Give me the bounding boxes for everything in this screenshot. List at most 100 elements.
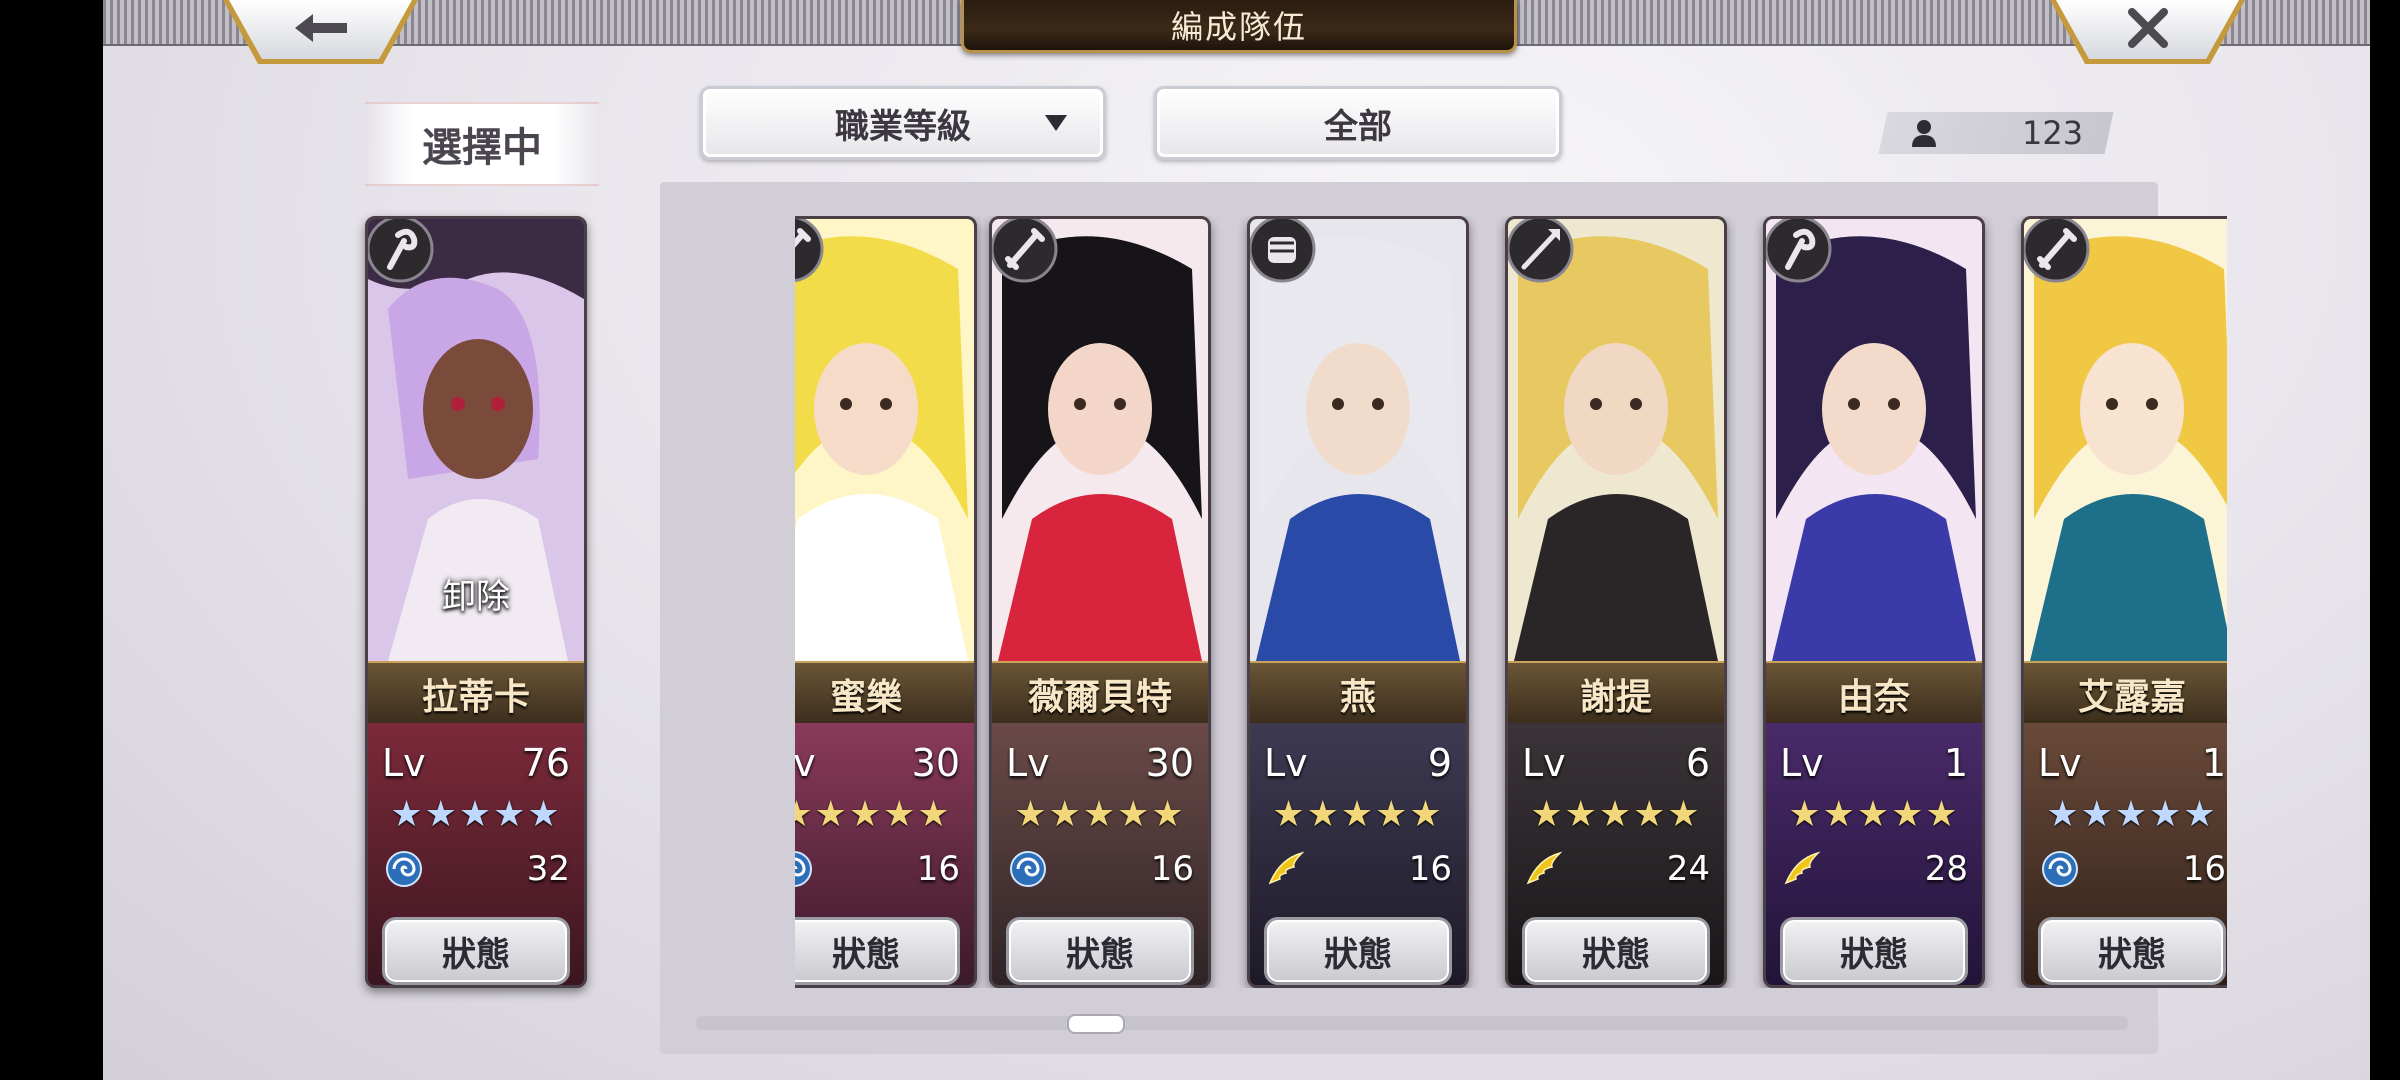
unit-stats: Lv 30 ★★★★★ 16 狀態 (795, 723, 974, 985)
sword-icon (2024, 219, 2090, 283)
rarity-stars: ★★★★★ (1014, 794, 1186, 835)
unit-cost: 16 (2182, 849, 2226, 889)
level-value: 1 (2201, 741, 2226, 785)
staff-icon (1766, 219, 1832, 283)
status-button-label: 狀態 (1066, 934, 1134, 975)
water-swirl-icon (795, 851, 812, 887)
spear-icon (1508, 219, 1574, 283)
level-value: 6 (1685, 741, 1710, 785)
unit-count: 123 (2021, 114, 2083, 152)
level-label: Lv (1006, 741, 1050, 785)
status-button[interactable]: 狀態 (1780, 917, 1968, 985)
person-icon (1912, 120, 1936, 147)
unit-name: 由奈 (1837, 676, 1910, 718)
unit-stats: Lv 30 ★★★★★ 16 狀態 (992, 723, 1208, 985)
unit-portrait (1766, 219, 1982, 661)
level-value: 30 (911, 741, 960, 785)
level-label: Lv (382, 741, 426, 785)
scrollbar-thumb[interactable] (1067, 1014, 1125, 1034)
unit-name-bar: 由奈 (1766, 661, 1982, 727)
remove-label: 卸除 (442, 577, 510, 617)
unit-portrait (795, 219, 974, 661)
page-title: 編成隊伍 (1170, 8, 1307, 46)
level-label: Lv (2038, 741, 2082, 785)
unit-stats: Lv 1 ★★★★★ 16 狀態 (2024, 723, 2227, 985)
unit-name-bar: 艾露嘉 (2024, 661, 2227, 727)
wind-wing-icon (1526, 851, 1563, 885)
status-button[interactable]: 狀態 (1264, 917, 1452, 985)
unit-portrait (992, 219, 1208, 661)
close-icon (2127, 8, 2168, 48)
status-button-label: 狀態 (1840, 934, 1908, 975)
unit-name-bar: 拉蒂卡 (368, 661, 584, 727)
status-button-label: 狀態 (2098, 934, 2166, 975)
unit-name-bar: 謝提 (1508, 661, 1724, 727)
unit-card[interactable]: 薇爾貝特 Lv 30 ★★★★★ 16 狀態 (989, 216, 1211, 988)
unit-card[interactable]: 燕 Lv 9 ★★★★★ 16 狀態 (1247, 216, 1469, 988)
unit-cost: 24 (1666, 849, 1710, 889)
unit-name: 謝提 (1579, 676, 1652, 718)
unit-name: 蜜樂 (829, 676, 902, 718)
unit-name: 薇爾貝特 (1027, 676, 1172, 718)
level-label: Lv (1522, 741, 1566, 785)
water-swirl-icon (1010, 851, 1046, 887)
chevron-down-icon (1045, 115, 1067, 131)
status-button[interactable]: 狀態 (1006, 917, 1194, 985)
unit-name-bar: 燕 (1250, 661, 1466, 727)
unit-portrait (1508, 219, 1724, 661)
filter-all-button[interactable]: 全部 (1154, 86, 1562, 160)
status-button[interactable]: 狀態 (795, 917, 960, 985)
arrow-left-icon (294, 14, 347, 42)
page-title-plate: 編成隊伍 (961, 0, 1517, 53)
wind-wing-icon (1268, 851, 1305, 885)
sword-icon (992, 219, 1058, 283)
status-button-label: 狀態 (832, 934, 900, 975)
sort-label: 職業等級 (835, 106, 971, 147)
unit-name: 艾露嘉 (2077, 676, 2186, 718)
unit-stats: Lv 1 ★★★★★ 28 狀態 (1766, 723, 1982, 985)
selected-label-text: 選擇中 (422, 124, 542, 171)
scrollbar-track[interactable] (696, 1016, 2128, 1030)
unit-card[interactable]: 謝提 Lv 6 ★★★★★ 24 狀態 (1505, 216, 1727, 988)
level-value: 1 (1943, 741, 1968, 785)
unit-count-box: 123 (1878, 112, 2114, 154)
selected-label: 選擇中 (365, 102, 599, 186)
level-value: 9 (1427, 741, 1452, 785)
unit-stats: Lv 76 ★★★★★ 32 狀態 (368, 723, 584, 985)
level-label: Lv (795, 741, 816, 785)
water-swirl-icon (386, 851, 422, 887)
rarity-stars: ★★★★★ (390, 794, 562, 835)
level-label: Lv (1264, 741, 1308, 785)
rarity-stars: ★★★★★ (1530, 794, 1702, 835)
rarity-stars: ★★★★★ (1788, 794, 1960, 835)
status-button[interactable]: 狀態 (2038, 917, 2226, 985)
unit-portrait (1250, 219, 1466, 661)
level-label: Lv (1780, 741, 1824, 785)
status-button-label: 狀態 (442, 934, 510, 975)
back-button[interactable] (223, 0, 418, 64)
level-value: 76 (521, 741, 570, 785)
unit-name-bar: 薇爾貝特 (992, 661, 1208, 727)
unit-name: 拉蒂卡 (421, 676, 530, 718)
unit-name-bar: 蜜樂 (795, 661, 974, 727)
unit-cost: 32 (526, 849, 570, 889)
selected-unit-card[interactable]: 卸除 拉蒂卡 Lv 76 ★★★★★ 32 狀態 (365, 216, 587, 988)
unit-cost: 16 (1150, 849, 1194, 889)
unit-stats: Lv 6 ★★★★★ 24 狀態 (1508, 723, 1724, 985)
water-swirl-icon (2042, 851, 2078, 887)
close-button[interactable] (2050, 0, 2245, 64)
unit-portrait (2024, 219, 2227, 661)
wind-wing-icon (1784, 851, 1821, 885)
status-button[interactable]: 狀態 (382, 917, 570, 985)
sort-dropdown[interactable]: 職業等級 (700, 86, 1106, 160)
filter-all-label: 全部 (1324, 106, 1392, 147)
unit-card[interactable]: 蜜樂 Lv 30 ★★★★★ 16 狀態 (795, 216, 977, 988)
unit-card[interactable]: 艾露嘉 Lv 1 ★★★★★ 16 狀態 (2021, 216, 2227, 988)
unit-list[interactable]: 蜜樂Lv30★★★★★16狀態薇爾貝特Lv30★★★★★16狀態燕Lv9★★★★… (795, 216, 2227, 988)
staff-icon (368, 219, 434, 283)
game-screen: 編成隊伍 選擇中 職業等級 全部 123 卸除 拉蒂卡 Lv 76 ★★★★★ … (103, 0, 2370, 1080)
unit-cost: 16 (1408, 849, 1452, 889)
status-button[interactable]: 狀態 (1522, 917, 1710, 985)
unit-card[interactable]: 由奈 Lv 1 ★★★★★ 28 狀態 (1763, 216, 1985, 988)
status-button-label: 狀態 (1582, 934, 1650, 975)
